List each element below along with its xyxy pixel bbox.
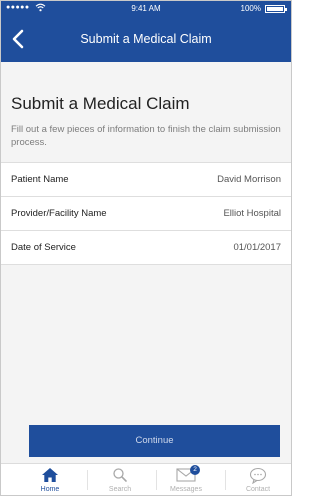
home-icon [21, 467, 79, 484]
continue-button[interactable]: Continue [29, 425, 280, 457]
tab-home[interactable]: Home [21, 464, 79, 495]
status-bar: ●●●●● 9:41 AM 100% [1, 1, 291, 17]
unread-count-badge: 2 [190, 465, 200, 475]
field-value: David Morrison [217, 174, 281, 185]
field-label: Date of Service [11, 242, 76, 253]
field-value: 01/01/2017 [233, 242, 281, 253]
page-title: Submit a Medical Claim [11, 94, 190, 113]
tab-label: Search [108, 486, 132, 493]
patient-name-row[interactable]: Patient Name David Morrison [1, 163, 291, 197]
tab-contact[interactable]: Contact [229, 464, 287, 495]
envelope-icon [157, 467, 215, 484]
battery-icon [265, 5, 287, 13]
tab-label: Home [40, 486, 60, 493]
search-icon [91, 467, 149, 484]
navigation-bar: Submit a Medical Claim [1, 17, 291, 62]
tab-bar: Home Search 2 Messages Contact [1, 463, 291, 495]
field-label: Patient Name [11, 174, 69, 185]
provider-facility-row[interactable]: Provider/Facility Name Elliot Hospital [1, 197, 291, 231]
claim-fields-list: Patient Name David Morrison Provider/Fac… [1, 162, 291, 265]
claim-header: Submit a Medical Claim Fill out a few pi… [1, 62, 291, 162]
phone-screen: ●●●●● 9:41 AM 100% Submit a Medical Clai… [0, 0, 292, 496]
tab-messages[interactable]: 2 Messages [157, 464, 215, 495]
date-of-service-row[interactable]: Date of Service 01/01/2017 [1, 231, 291, 265]
battery-percentage: 100% [240, 4, 261, 13]
page-description: Fill out a few pieces of information to … [11, 124, 281, 148]
nav-title: Submit a Medical Claim [80, 32, 212, 46]
tab-search[interactable]: Search [91, 464, 149, 495]
chat-bubble-icon [229, 467, 287, 484]
field-value: Elliot Hospital [223, 208, 281, 219]
tab-label: Contact [245, 486, 271, 493]
field-label: Provider/Facility Name [11, 208, 107, 219]
tab-label: Messages [170, 486, 202, 493]
